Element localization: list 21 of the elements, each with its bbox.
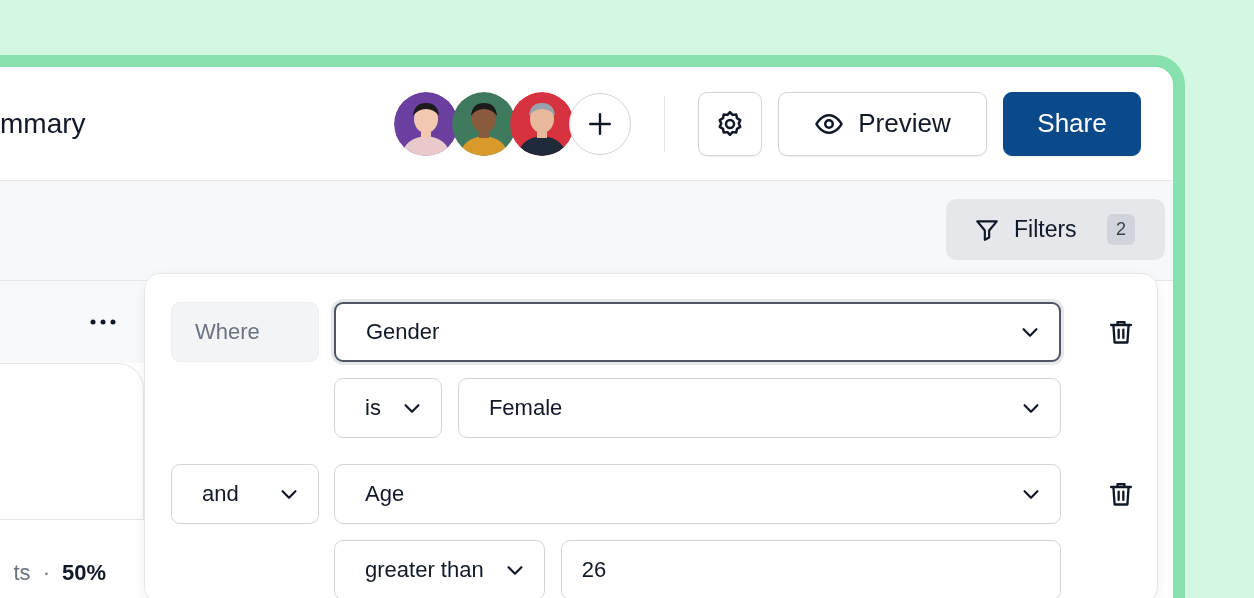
value-input[interactable]: 26 — [560, 540, 1061, 598]
field-dropdown[interactable]: Age — [334, 464, 1061, 524]
trash-icon — [1107, 318, 1135, 346]
preview-button[interactable]: Preview — [778, 91, 987, 156]
trash-icon — [1107, 480, 1135, 508]
value-dropdown[interactable]: Female — [457, 378, 1061, 438]
where-label: Where — [171, 302, 319, 362]
field-dropdown[interactable]: Gender — [334, 302, 1061, 362]
filters-button[interactable]: Filters 2 — [946, 199, 1165, 260]
filter-count-badge: 2 — [1107, 214, 1135, 245]
separator-dot: · — [42, 560, 50, 586]
more-icon[interactable] — [90, 319, 116, 325]
page-title: mmary — [0, 107, 87, 140]
stat-label: ts — [13, 560, 31, 586]
settings-button[interactable] — [698, 91, 762, 156]
operator-dropdown[interactable]: greater than — [334, 540, 545, 598]
stat-value: 50% — [61, 560, 106, 586]
conjunction-dropdown[interactable]: and — [171, 464, 319, 524]
plus-icon — [587, 110, 613, 137]
operator-dropdown[interactable]: is — [334, 378, 442, 438]
share-button[interactable]: Share — [1003, 91, 1141, 156]
